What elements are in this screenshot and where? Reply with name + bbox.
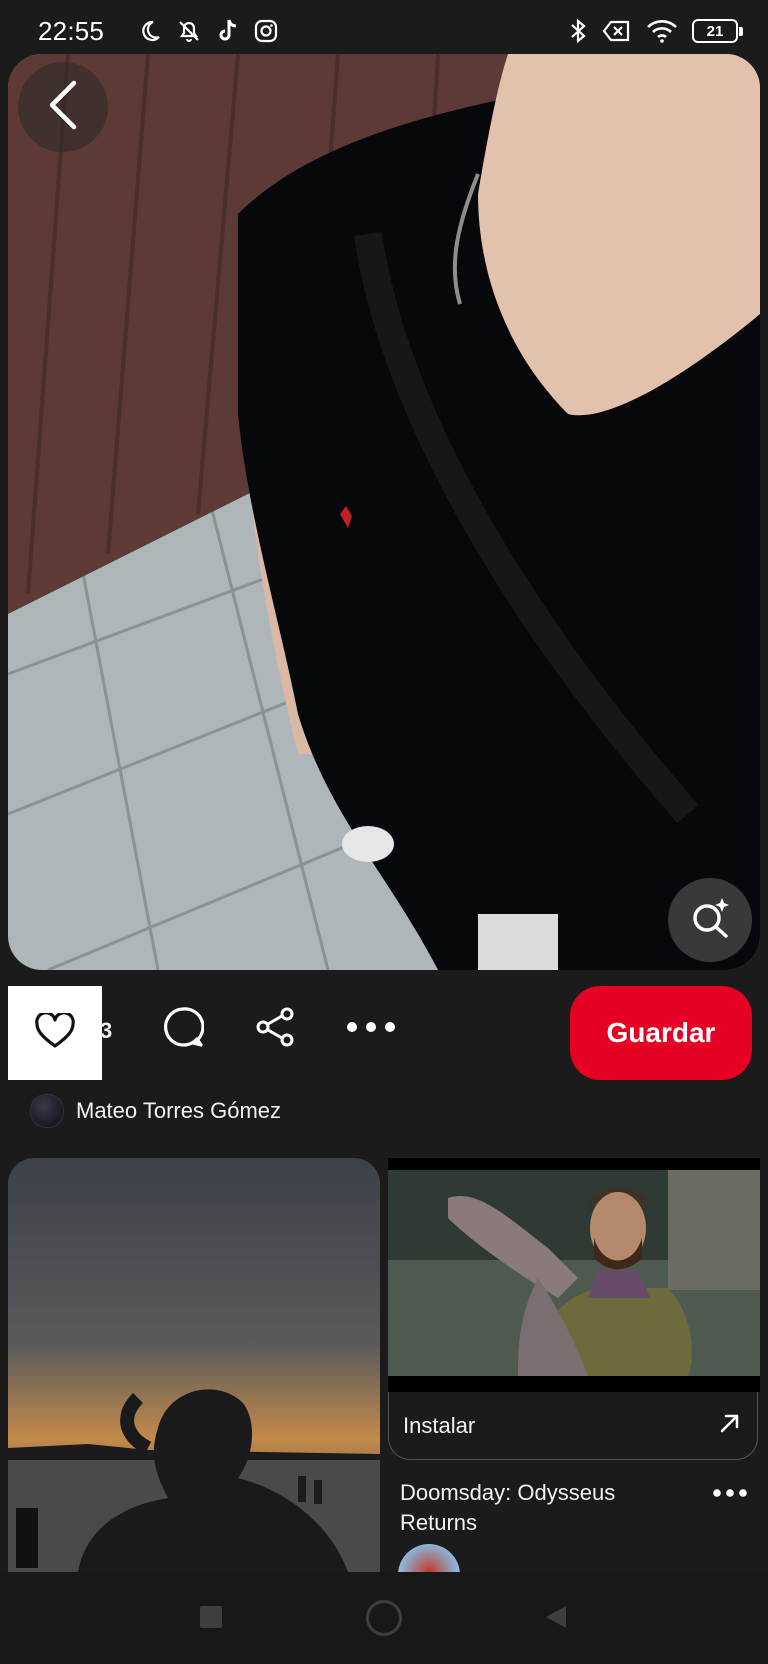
heart-icon [35,1010,75,1054]
status-left-icons [138,18,278,44]
status-bar: 22:55 21 [0,0,768,56]
ad-title[interactable]: Doomsday: Odysseus Returns [400,1478,680,1538]
more-horizontal-icon [713,1485,747,1503]
ad-more-button[interactable] [710,1482,750,1506]
bluetooth-icon [568,18,588,44]
action-bar: 3 Guardar [0,984,768,1080]
lens-sparkle-icon [688,896,732,945]
status-right-icons: 21 [568,18,743,44]
comment-button[interactable] [160,1006,206,1052]
bell-off-icon [176,18,202,44]
install-label: Instalar [403,1412,476,1438]
comment-icon [162,1006,205,1053]
share-icon [254,1006,296,1053]
pin-image[interactable] [8,54,760,970]
recent-apps-button[interactable] [200,1606,222,1628]
moon-icon [138,19,162,43]
install-button[interactable]: Instalar [388,1392,758,1460]
visual-search-button[interactable] [668,878,752,962]
wifi-icon [646,19,678,43]
avatar[interactable] [30,1094,64,1128]
more-horizontal-icon [346,1020,396,1038]
author-name[interactable]: Mateo Torres Gómez [76,1098,281,1124]
like-button[interactable] [8,986,102,1080]
share-button[interactable] [252,1006,298,1052]
chevron-left-icon [46,79,80,136]
feed-pin-left[interactable] [8,1158,380,1572]
more-button[interactable] [344,1006,398,1052]
status-time: 22:55 [38,16,105,46]
ad-card[interactable]: Instalar Doomsday: Odysseus Returns [388,1158,760,1606]
author-row[interactable]: Mateo Torres Gómez [30,1094,281,1128]
back-button[interactable] [18,62,108,152]
tiktok-icon [216,18,240,44]
triangle-back-icon [544,1606,568,1634]
nav-back-button[interactable] [544,1604,568,1635]
pin-photo [8,54,760,970]
save-button[interactable]: Guardar [570,986,752,1080]
instagram-icon [254,19,278,43]
feed-pin-photo [8,1158,380,1572]
ad-video-frame [388,1158,760,1392]
battery-indicator: 21 [692,19,743,43]
like-count: 3 [100,1018,113,1043]
home-button[interactable] [366,1600,402,1636]
ad-media[interactable] [388,1158,760,1392]
sim-off-icon [602,19,632,43]
arrow-up-right-icon [719,1412,741,1439]
